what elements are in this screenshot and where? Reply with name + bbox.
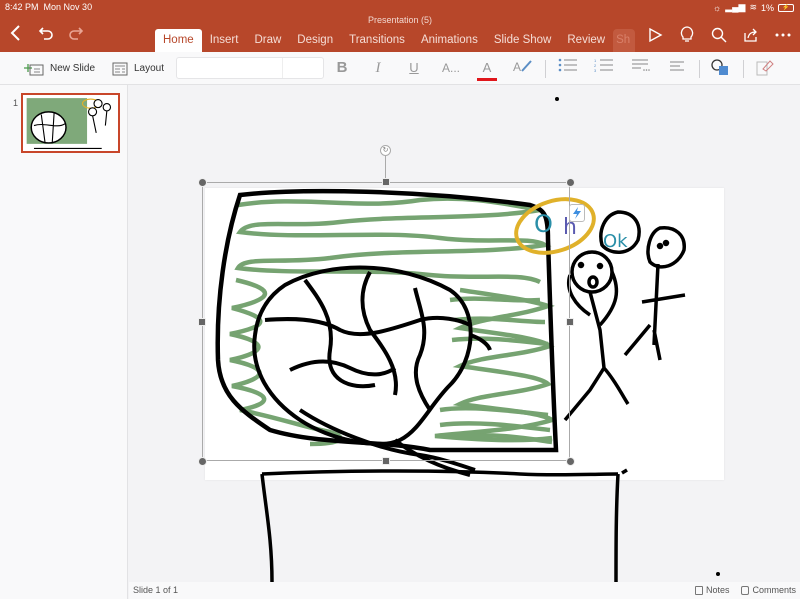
slide-thumbnails-pane: 1 — [0, 85, 128, 599]
layout-icon — [112, 62, 128, 75]
resize-handle-bottom-right[interactable] — [566, 457, 575, 466]
wifi-icon: ≋ — [749, 2, 757, 12]
tab-slide-show[interactable]: Slide Show — [486, 29, 560, 52]
notes-label: Notes — [705, 585, 730, 595]
date: Mon Nov 30 — [43, 2, 93, 12]
thumbnail-drawing — [26, 98, 112, 149]
ribbon-tabs: Home Insert Draw Design Transitions Anim… — [155, 29, 636, 52]
redo-button[interactable] — [66, 24, 86, 46]
underline-button[interactable]: U — [403, 58, 425, 78]
back-button[interactable] — [6, 24, 26, 46]
search-button[interactable] — [710, 26, 728, 44]
tab-shape[interactable]: Sh — [613, 29, 636, 52]
tab-review[interactable]: Review — [559, 29, 613, 52]
align-left-icon — [670, 61, 684, 71]
comment-icon — [741, 585, 750, 595]
share-button[interactable] — [742, 26, 760, 44]
svg-text:3: 3 — [594, 68, 597, 72]
tab-animations[interactable]: Animations — [413, 29, 486, 52]
svg-text:A: A — [513, 60, 521, 74]
slide-1[interactable] — [205, 188, 724, 480]
brightness-icon: ☼ — [712, 2, 722, 13]
notes-button[interactable]: Notes — [694, 585, 730, 595]
more-icon — [775, 33, 791, 37]
home-ribbon: New Slide Layout B I U A... A A 123 — [0, 52, 800, 85]
tab-transitions[interactable]: Transitions — [341, 29, 413, 52]
resize-handle-top-right[interactable] — [566, 178, 575, 187]
bold-button[interactable]: B — [331, 58, 353, 78]
present-button[interactable] — [646, 26, 664, 44]
separator — [545, 60, 546, 78]
italic-button[interactable]: I — [367, 58, 389, 78]
format-painter-button[interactable] — [754, 58, 776, 78]
tab-insert[interactable]: Insert — [202, 29, 247, 52]
shapes-icon — [711, 59, 728, 75]
lightbulb-icon — [680, 26, 694, 42]
more-button[interactable] — [774, 26, 792, 44]
battery-percent: 1% — [760, 2, 774, 13]
notes-icon — [694, 585, 703, 595]
layout-label: Layout — [134, 63, 165, 74]
highlighter-icon: A — [513, 60, 532, 74]
separator — [743, 60, 744, 78]
font-box-divider — [282, 58, 283, 78]
status-time: 8:42 PM Mon Nov 30 — [5, 2, 92, 12]
signal-icon: ▂▄▆ — [725, 2, 746, 12]
resize-handle-bottom[interactable] — [382, 457, 390, 465]
format-painter-icon — [756, 60, 774, 76]
new-slide-label: New Slide — [50, 63, 96, 74]
separator — [699, 60, 700, 78]
slide-indicator: Slide 1 of 1 — [133, 585, 179, 595]
slide-number: 1 — [13, 98, 19, 108]
align-left-button[interactable] — [666, 58, 688, 78]
undo-button[interactable] — [36, 24, 56, 46]
numbered-list-icon: 123 — [594, 58, 613, 73]
clock: 8:42 PM — [5, 2, 39, 12]
paragraph-more-icon — [632, 59, 650, 71]
font-color-letter: A — [482, 60, 492, 75]
rotate-icon: ↻ — [382, 147, 389, 154]
status-footer: Slide 1 of 1 Notes Comments — [129, 582, 800, 599]
paragraph-options-button[interactable] — [630, 58, 652, 78]
share-icon — [744, 28, 757, 42]
font-color-button[interactable]: A — [476, 58, 498, 81]
chevron-left-icon — [10, 25, 20, 41]
resize-handle-left[interactable] — [198, 318, 206, 326]
resize-handle-top[interactable] — [382, 178, 390, 186]
bullets-button[interactable] — [557, 58, 579, 78]
undo-icon — [38, 27, 53, 40]
resize-handle-right[interactable] — [566, 318, 574, 326]
tab-home[interactable]: Home — [155, 29, 202, 52]
status-indicators: ☼ ▂▄▆ ≋ 1% ⚡ — [713, 2, 794, 13]
battery-icon: ⚡ — [778, 3, 794, 12]
text-effects-button[interactable]: A... — [440, 58, 462, 78]
layout-button[interactable]: Layout — [112, 52, 164, 85]
tab-design[interactable]: Design — [289, 29, 341, 52]
new-slide-icon — [24, 63, 44, 75]
resize-handle-top-left[interactable] — [198, 178, 207, 187]
slide-thumbnail-1[interactable] — [21, 93, 120, 153]
search-icon — [711, 27, 727, 43]
redo-icon — [69, 27, 84, 40]
title-bar-actions — [646, 26, 792, 44]
font-name-input[interactable] — [176, 57, 324, 79]
comments-label: Comments — [752, 585, 796, 595]
resize-handle-bottom-left[interactable] — [198, 457, 207, 466]
lightning-icon — [573, 207, 581, 219]
designer-button[interactable] — [569, 204, 585, 222]
numbering-button[interactable]: 123 — [593, 58, 615, 78]
play-icon — [649, 27, 663, 43]
title-bar: 8:42 PM Mon Nov 30 ☼ ▂▄▆ ≋ 1% ⚡ Presenta… — [0, 0, 800, 52]
bullet-list-icon — [558, 58, 577, 72]
comments-button[interactable]: Comments — [741, 585, 796, 595]
font-color-swatch — [477, 78, 497, 81]
tab-draw[interactable]: Draw — [246, 29, 289, 52]
footer-actions: Notes Comments — [694, 585, 796, 595]
shapes-button[interactable] — [709, 58, 731, 78]
tell-me-button[interactable] — [678, 26, 696, 44]
rotate-handle[interactable]: ↻ — [380, 145, 391, 156]
highlight-button[interactable]: A — [512, 58, 534, 78]
document-title: Presentation (5) — [367, 15, 433, 25]
new-slide-button[interactable]: New Slide — [24, 52, 95, 85]
